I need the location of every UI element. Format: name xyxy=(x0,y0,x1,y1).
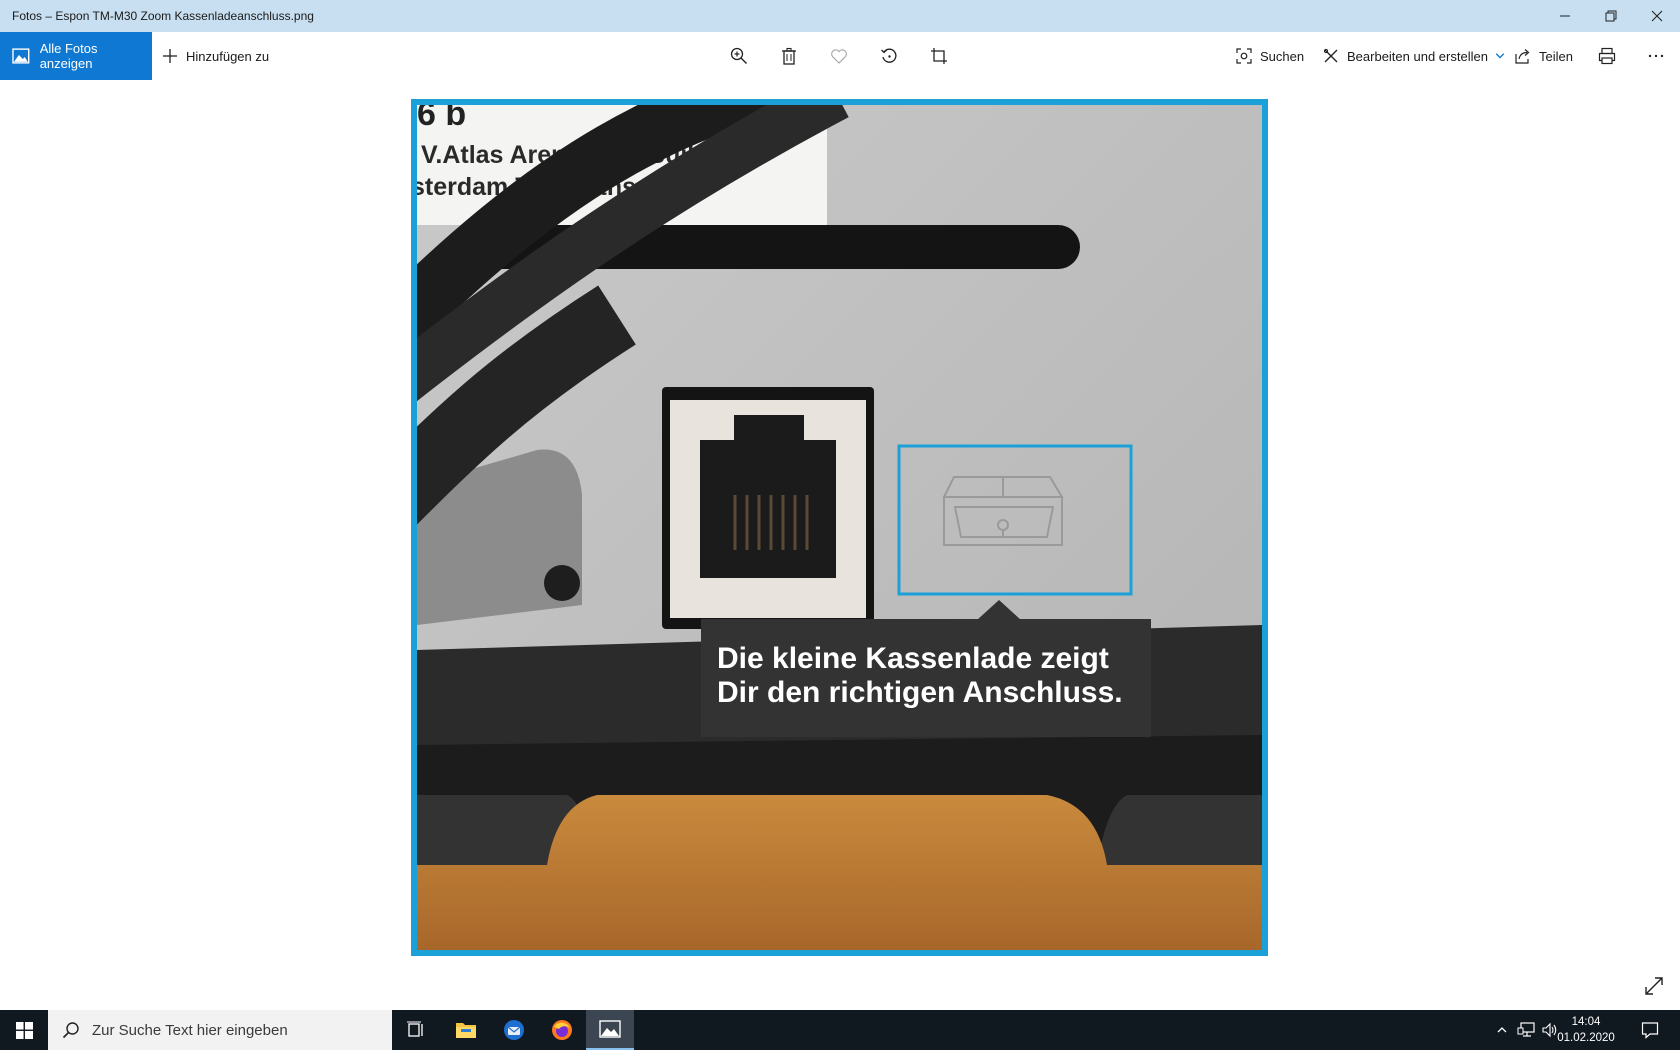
action-center-button[interactable] xyxy=(1630,1010,1670,1050)
rotate-icon xyxy=(881,48,897,63)
all-photos-button[interactable]: Alle Fotos anzeigen xyxy=(0,32,152,80)
chevron-down-icon xyxy=(1495,53,1505,59)
crop-icon xyxy=(931,48,947,64)
show-hidden-icons-button[interactable] xyxy=(1490,1010,1514,1050)
print-button[interactable] xyxy=(1587,32,1627,80)
print-icon xyxy=(1598,47,1616,65)
file-explorer-icon xyxy=(456,1023,476,1038)
edit-create-label: Bearbeiten und erstellen xyxy=(1347,48,1488,64)
chevron-up-icon xyxy=(1497,1027,1507,1033)
start-button[interactable] xyxy=(0,1010,48,1050)
favorite-icon xyxy=(831,49,847,64)
plus-icon xyxy=(163,49,177,63)
more-icon xyxy=(1648,54,1664,58)
zoom-in-icon xyxy=(730,47,747,64)
photo-frame: 6 b V.Atlas Arena,Asia Buil sterdam The … xyxy=(411,99,1268,956)
share-icon xyxy=(1515,49,1530,64)
printer-photo: 6 b V.Atlas Arena,Asia Buil sterdam The … xyxy=(417,105,1262,950)
windows-logo-icon xyxy=(15,1021,33,1039)
image-viewer[interactable]: 6 b V.Atlas Arena,Asia Buil sterdam The … xyxy=(0,80,1680,1010)
more-button[interactable] xyxy=(1636,32,1676,80)
network-button[interactable] xyxy=(1514,1010,1538,1050)
search-icon xyxy=(62,1022,79,1039)
thunderbird-button[interactable] xyxy=(490,1010,538,1050)
restore-icon xyxy=(1605,10,1617,22)
task-view-button[interactable] xyxy=(392,1010,440,1050)
minimize-icon xyxy=(1560,15,1570,17)
restore-button[interactable] xyxy=(1588,0,1634,32)
search-label: Suchen xyxy=(1260,48,1305,64)
thunderbird-icon xyxy=(504,1020,524,1040)
notification-icon xyxy=(1641,1022,1659,1039)
photos-app-button[interactable] xyxy=(586,1010,634,1050)
delete-icon xyxy=(782,47,796,65)
taskbar-search-input[interactable]: Zur Suche Text hier eingeben xyxy=(48,1010,392,1050)
edit-icon xyxy=(1323,48,1338,63)
add-to-label: Hinzufügen zu xyxy=(186,48,270,64)
fullscreen-icon[interactable] xyxy=(1642,974,1666,998)
window-title: Fotos – Espon TM-M30 Zoom Kassenladeansc… xyxy=(12,9,314,23)
clock-time: 14:04 xyxy=(1571,1016,1601,1028)
sticker-text-top: 6 b xyxy=(417,105,466,133)
close-button[interactable] xyxy=(1634,0,1680,32)
title-bar: Fotos – Espon TM-M30 Zoom Kassenladeansc… xyxy=(0,0,1680,32)
task-view-icon xyxy=(407,1021,423,1037)
clock-date: 01.02.2020 xyxy=(1557,1032,1615,1044)
add-to-button[interactable]: Hinzufügen zu xyxy=(162,32,269,80)
callout-line2: Dir den richtigen Anschluss. xyxy=(717,676,1123,709)
visual-search-icon xyxy=(1236,48,1252,64)
firefox-icon xyxy=(552,1020,572,1040)
callout-line1: Die kleine Kassenlade zeigt xyxy=(717,642,1109,675)
close-icon xyxy=(1651,10,1663,22)
taskbar: Zur Suche Text hier eingeben 14:04 01.02… xyxy=(0,1010,1680,1050)
minimize-button[interactable] xyxy=(1542,0,1588,32)
favorite-button[interactable] xyxy=(819,32,859,80)
search-button[interactable]: Suchen xyxy=(1236,32,1304,80)
file-explorer-button[interactable] xyxy=(442,1010,490,1050)
network-icon xyxy=(1517,1022,1535,1037)
firefox-button[interactable] xyxy=(538,1010,586,1050)
crop-button[interactable] xyxy=(919,32,959,80)
share-button[interactable]: Teilen xyxy=(1515,32,1573,80)
photos-icon xyxy=(599,1020,621,1038)
taskbar-clock[interactable]: 14:04 01.02.2020 xyxy=(1554,1014,1618,1046)
share-label: Teilen xyxy=(1539,48,1573,64)
edit-create-button[interactable]: Bearbeiten und erstellen xyxy=(1323,32,1506,80)
all-photos-label: Alle Fotos anzeigen xyxy=(39,41,98,71)
zoom-button[interactable] xyxy=(719,32,759,80)
search-placeholder: Zur Suche Text hier eingeben xyxy=(92,1021,288,1039)
delete-button[interactable] xyxy=(769,32,809,80)
rotate-button[interactable] xyxy=(869,32,909,80)
toolbar: Alle Fotos anzeigen Hinzufügen zu Suchen… xyxy=(0,32,1680,80)
photo-gallery-icon xyxy=(12,48,30,64)
